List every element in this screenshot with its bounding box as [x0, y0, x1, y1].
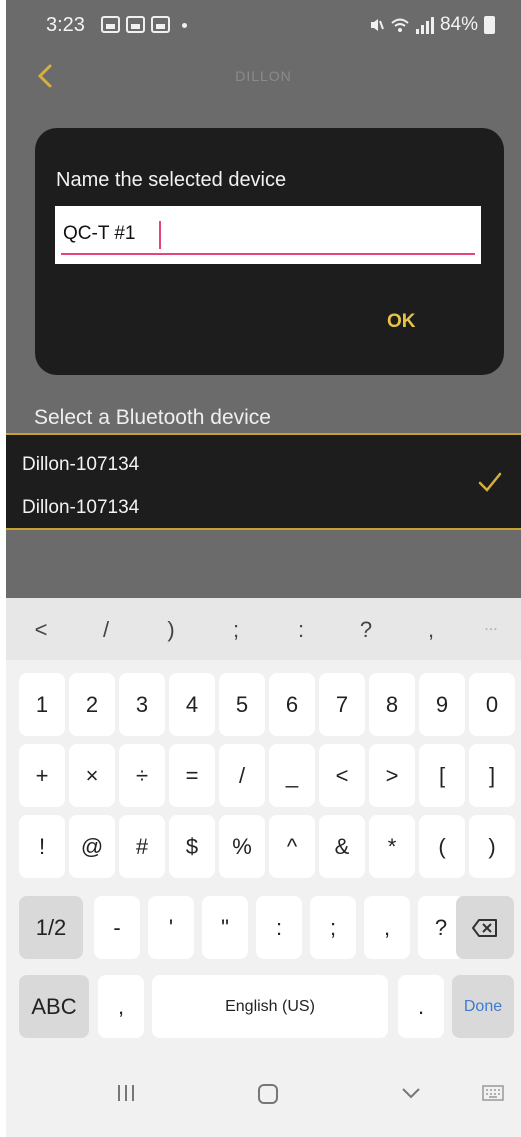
system-icons: 84% [368, 14, 495, 36]
suggestion-key[interactable]: ) [156, 617, 186, 643]
suggestion-key[interactable]: / [91, 617, 121, 643]
key-7[interactable]: 7 [319, 673, 365, 736]
key-8[interactable]: 8 [369, 673, 415, 736]
key-9[interactable]: 9 [419, 673, 465, 736]
key-period[interactable]: . [398, 975, 444, 1038]
key-underscore[interactable]: _ [269, 744, 315, 807]
abc-key[interactable]: ABC [19, 975, 89, 1038]
battery-percent: 84% [439, 14, 478, 35]
key-6[interactable]: 6 [269, 673, 315, 736]
key-comma[interactable]: , [364, 896, 410, 959]
key-equals[interactable]: = [169, 744, 215, 807]
key-semicolon[interactable]: ; [310, 896, 356, 959]
backspace-key[interactable] [456, 896, 514, 959]
keyboard-icon[interactable] [481, 1082, 505, 1104]
key-plus[interactable]: + [19, 744, 65, 807]
checkmark-icon [478, 472, 502, 492]
key-multiply[interactable]: × [69, 744, 115, 807]
key-asterisk[interactable]: * [369, 815, 415, 878]
space-bar[interactable]: English (US) [152, 975, 388, 1038]
key-greater-than[interactable]: > [369, 744, 415, 807]
name-device-dialog: Name the selected device OK [35, 128, 504, 375]
keyboard: < / ) ; : ? , ... 1 2 3 4 5 6 7 8 9 0 + … [6, 598, 521, 1137]
key-at[interactable]: @ [69, 815, 115, 878]
message-icon [126, 16, 145, 33]
suggestion-key[interactable]: , [416, 617, 446, 643]
key-open-bracket[interactable]: [ [419, 744, 465, 807]
page-toggle-key[interactable]: 1/2 [19, 896, 83, 959]
key-caret[interactable]: ^ [269, 815, 315, 878]
device-item[interactable]: Dillon-107134 [22, 454, 139, 476]
suggestion-key[interactable]: ? [351, 617, 381, 643]
dot-icon [182, 23, 187, 28]
text-cursor [159, 221, 161, 249]
device-name-input[interactable] [63, 220, 443, 248]
key-apostrophe[interactable]: ' [148, 896, 194, 959]
ok-button[interactable]: OK [387, 311, 416, 333]
app-bar: DILLON [6, 52, 521, 102]
key-dash[interactable]: - [94, 896, 140, 959]
key-4[interactable]: 4 [169, 673, 215, 736]
signal-icon [415, 16, 434, 34]
message-icon [101, 16, 120, 33]
key-percent[interactable]: % [219, 815, 265, 878]
dialog-title: Name the selected device [56, 169, 287, 191]
recent-apps-icon[interactable] [114, 1082, 138, 1104]
key-ampersand[interactable]: & [319, 815, 365, 878]
app-title: DILLON [235, 68, 292, 84]
key-open-paren[interactable]: ( [419, 815, 465, 878]
key-5[interactable]: 5 [219, 673, 265, 736]
status-bar: 3:23 84% [6, 0, 521, 52]
section-label: Select a Bluetooth device [34, 406, 271, 429]
key-less-than[interactable]: < [319, 744, 365, 807]
key-comma[interactable]: , [98, 975, 144, 1038]
device-list[interactable]: Dillon-107134 Dillon-107134 [6, 433, 521, 530]
key-close-paren[interactable]: ) [469, 815, 515, 878]
mute-icon [370, 19, 384, 31]
key-3[interactable]: 3 [119, 673, 165, 736]
key-2[interactable]: 2 [69, 673, 115, 736]
navigation-bar [6, 1056, 521, 1137]
key-divide[interactable]: ÷ [119, 744, 165, 807]
input-underline [61, 253, 475, 255]
key-dollar[interactable]: $ [169, 815, 215, 878]
key-colon[interactable]: : [256, 896, 302, 959]
symbol-suggestion-bar: < / ) ; : ? , ... [6, 598, 521, 660]
suggestion-key[interactable]: ; [221, 617, 251, 643]
key-exclamation[interactable]: ! [19, 815, 65, 878]
notification-icons [101, 16, 187, 33]
device-name-field[interactable] [55, 206, 481, 264]
wifi-icon [391, 18, 409, 32]
image-icon [151, 16, 170, 33]
battery-icon [484, 16, 495, 34]
done-key[interactable]: Done [452, 975, 514, 1038]
status-time: 3:23 [46, 14, 85, 36]
key-double-quote[interactable]: " [202, 896, 248, 959]
backspace-icon [472, 918, 497, 937]
chevron-down-icon[interactable] [399, 1082, 423, 1104]
key-close-bracket[interactable]: ] [469, 744, 515, 807]
device-item[interactable]: Dillon-107134 [22, 497, 139, 519]
suggestion-key[interactable]: < [26, 617, 56, 643]
key-slash[interactable]: / [219, 744, 265, 807]
key-0[interactable]: 0 [469, 673, 515, 736]
home-icon[interactable] [256, 1082, 280, 1106]
more-suggestions-key[interactable]: ... [476, 617, 506, 635]
key-hash[interactable]: # [119, 815, 165, 878]
suggestion-key[interactable]: : [286, 617, 316, 643]
phone-screen: 3:23 84% DILLON Name the selected device… [6, 0, 521, 1137]
key-1[interactable]: 1 [19, 673, 65, 736]
